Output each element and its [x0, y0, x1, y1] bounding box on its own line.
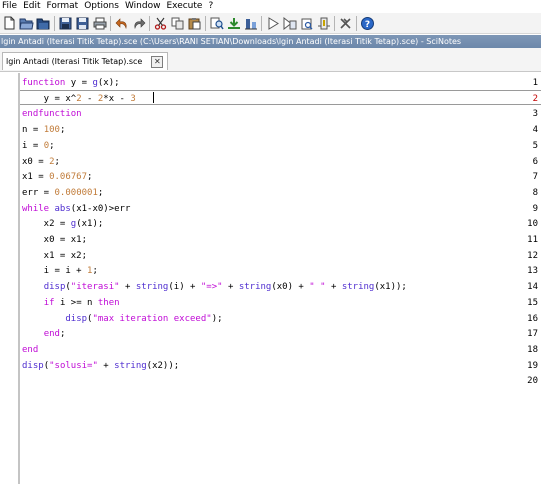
menu-file[interactable]: File — [0, 0, 20, 13]
line-number: 5 — [532, 140, 538, 151]
close-icon[interactable]: ✕ — [151, 55, 164, 68]
tab-file[interactable]: lgin Antadi (Iterasi Titik Tetap).sce ✕ — [2, 52, 169, 70]
menu-execute[interactable]: Execute — [163, 0, 205, 13]
line-number: 9 — [532, 203, 538, 214]
copy-icon[interactable] — [170, 16, 185, 31]
redo-icon[interactable] — [131, 16, 146, 31]
debug-icon[interactable] — [316, 16, 331, 31]
execute-icon[interactable] — [226, 16, 241, 31]
paste-icon[interactable] — [187, 16, 202, 31]
line-number: 1 — [532, 78, 538, 88]
code-line[interactable]: x1 = x2; — [22, 249, 87, 265]
toolbar-separator — [334, 15, 335, 31]
run-icon[interactable] — [265, 16, 280, 31]
code-line[interactable]: disp("max iteration exceed"); — [22, 312, 222, 328]
search-replace-icon[interactable] — [209, 16, 224, 31]
code-line[interactable]: y = x^2 - 2*x - 3 — [22, 92, 136, 108]
code-line[interactable]: disp("solusi=" + string(x2)); — [22, 359, 179, 375]
line-number: 14 — [527, 282, 538, 293]
code-line[interactable]: i = 0; — [22, 139, 55, 155]
menu-options[interactable]: Options — [81, 0, 122, 13]
code-line[interactable]: end — [22, 343, 38, 359]
toolbar-separator — [261, 15, 262, 31]
code-line[interactable]: disp("iterasi" + string(i) + "=>" + stri… — [22, 280, 407, 296]
code-line[interactable]: x0 = x1; — [22, 233, 87, 249]
gutter-divider — [18, 73, 20, 484]
new-file-icon[interactable] — [2, 16, 17, 31]
line-number: 19 — [527, 360, 538, 371]
open-folder-icon[interactable] — [19, 16, 34, 31]
svg-text:?: ? — [365, 20, 370, 30]
help-icon[interactable]: ? — [360, 16, 375, 31]
line-number: 17 — [527, 329, 538, 340]
code-line[interactable]: endfunction — [22, 107, 82, 123]
undo-icon[interactable] — [114, 16, 129, 31]
code-line[interactable]: while abs(x1-x0)>err — [22, 202, 130, 218]
print-icon[interactable] — [92, 16, 107, 31]
save-as-icon[interactable] — [75, 16, 90, 31]
line-number: 16 — [527, 313, 538, 324]
tools-icon[interactable] — [338, 16, 353, 31]
toolbar-separator — [205, 15, 206, 31]
line-number: 11 — [527, 235, 538, 245]
line-number: 8 — [532, 187, 538, 198]
line-number: 18 — [527, 344, 538, 355]
toolbar-separator — [356, 15, 357, 31]
menu-help[interactable]: ? — [205, 0, 216, 13]
next-icon[interactable] — [282, 16, 297, 31]
code-line[interactable]: if i >= n then — [22, 296, 120, 312]
menu-edit[interactable]: Edit — [20, 0, 43, 13]
code-line[interactable]: x0 = 2; — [22, 155, 60, 171]
step-icon[interactable] — [299, 16, 314, 31]
line-number: 15 — [527, 297, 538, 308]
line-number: 13 — [527, 266, 538, 277]
code-line[interactable]: n = 100; — [22, 123, 65, 139]
code-line[interactable]: x2 = g(x1); — [22, 217, 104, 233]
line-number: 20 — [527, 376, 538, 387]
toolbar-separator — [54, 15, 55, 31]
toolbar-separator — [110, 15, 111, 31]
line-number: 3 — [532, 109, 538, 120]
code-line[interactable]: end; — [22, 327, 66, 343]
line-number: 10 — [527, 219, 538, 230]
save-icon[interactable] — [58, 16, 73, 31]
code-editor[interactable]: 1 function y = g(x); 2 y = x^2 - 2*x - 3 3 e… — [0, 73, 541, 484]
code-line[interactable]: err = 0.000001; — [22, 186, 103, 202]
line-number-gutter — [0, 73, 18, 484]
line-number: 12 — [527, 250, 538, 261]
cut-icon[interactable] — [153, 16, 168, 31]
line-number: 6 — [532, 156, 538, 167]
load-icon[interactable] — [243, 16, 258, 31]
tab-label: lgin Antadi (Iterasi Titik Tetap).sce — [6, 57, 143, 66]
code-line[interactable]: i = i + 1; — [22, 264, 98, 280]
tab-strip: lgin Antadi (Iterasi Titik Tetap).sce ✕ — [0, 48, 541, 72]
toolbar-separator — [149, 15, 150, 31]
open-file-icon[interactable] — [36, 16, 51, 31]
toolbar: ? — [0, 13, 541, 34]
window-title: lgin Antadi (Iterasi Titik Tetap).sce (C… — [0, 35, 541, 48]
code-line[interactable]: x1 = 0.06767; — [22, 170, 92, 186]
menu-format[interactable]: Format — [44, 0, 82, 13]
code-line[interactable]: function y = g(x); — [22, 76, 120, 92]
text-caret — [153, 92, 154, 103]
line-number: 7 — [532, 172, 538, 183]
line-number: 2 — [532, 93, 538, 104]
menu-window[interactable]: Window — [122, 0, 164, 13]
menu-bar: File Edit Format Options Window Execute … — [0, 0, 541, 13]
line-number: 4 — [532, 125, 538, 136]
